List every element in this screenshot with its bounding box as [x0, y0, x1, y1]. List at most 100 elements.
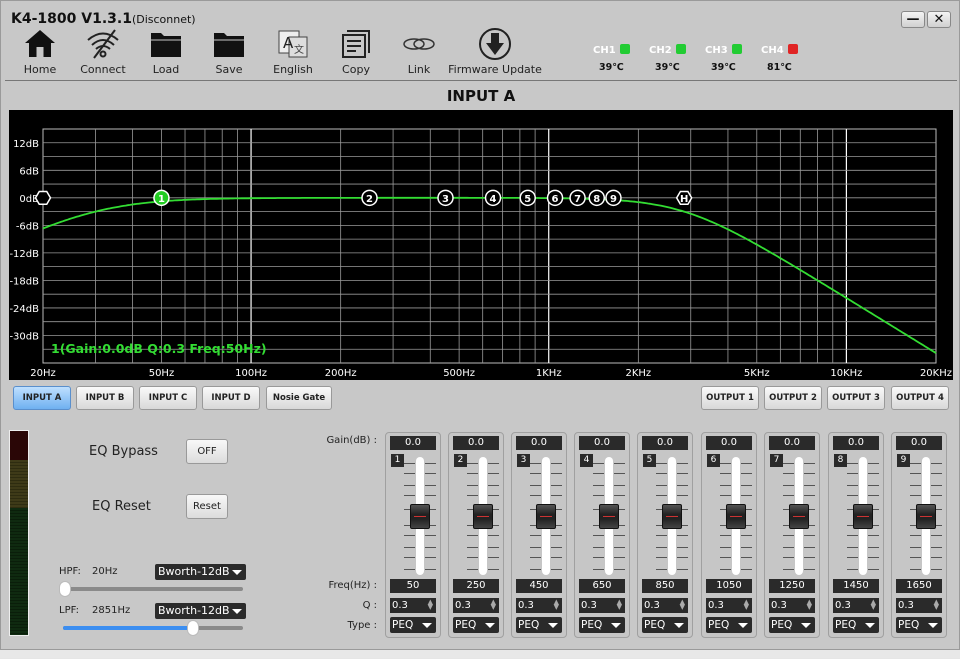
- band-q-spinbox[interactable]: 0.3 ▲ ▼: [390, 598, 436, 613]
- band-gain-value[interactable]: 0.0: [453, 436, 499, 450]
- band-type-dropdown[interactable]: PEQ: [833, 617, 879, 633]
- band-q-spinbox[interactable]: 0.3 ▲ ▼: [706, 598, 752, 613]
- ch3-status-indicator: [731, 44, 742, 54]
- band-gain-value[interactable]: 0.0: [833, 436, 879, 450]
- fader-tick: [677, 473, 688, 474]
- chevron-down-icon: [674, 623, 684, 628]
- tab-output-4[interactable]: OUTPUT 4: [891, 386, 949, 410]
- marker-label: H: [680, 194, 688, 205]
- tab-input-a[interactable]: INPUT A: [13, 386, 71, 410]
- band-freq-input[interactable]: 850: [642, 579, 688, 593]
- eq-chart[interactable]: 12dB 6dB 0dB -6dB -12dB -18dB -24dB -30dB 20Hz 50…: [9, 110, 953, 380]
- tab-output-1[interactable]: OUTPUT 1: [701, 386, 759, 410]
- fader-tick: [741, 547, 752, 548]
- band-number: 7: [770, 454, 783, 467]
- chart-title: INPUT A: [446, 87, 516, 105]
- lpf-type-dropdown[interactable]: Bworth-12dB: [155, 603, 246, 619]
- band-q-spinbox[interactable]: 0.3 ▲ ▼: [642, 598, 688, 613]
- eq-band-7: 0.0 7 1250 0.3 ▲ ▼ PEQ: [764, 432, 820, 638]
- gain-fader-handle[interactable]: [853, 504, 873, 529]
- spin-arrows-icon[interactable]: ▲ ▼: [491, 599, 496, 611]
- fader-tick: [868, 473, 879, 474]
- band-gain-value[interactable]: 0.0: [896, 436, 942, 450]
- band-q-spinbox[interactable]: 0.3 ▲ ▼: [833, 598, 879, 613]
- fader-tick: [783, 569, 794, 570]
- lpf-slider-handle[interactable]: [186, 620, 199, 636]
- spin-arrows-icon[interactable]: ▲ ▼: [617, 599, 622, 611]
- tab-input-c[interactable]: INPUT C: [139, 386, 197, 410]
- band-q-spinbox[interactable]: 0.3 ▲ ▼: [769, 598, 815, 613]
- band-freq-input[interactable]: 1050: [706, 579, 752, 593]
- band-freq-input[interactable]: 250: [453, 579, 499, 593]
- spin-arrows-icon[interactable]: ▲ ▼: [428, 599, 433, 611]
- gain-fader-handle[interactable]: [599, 504, 619, 529]
- band-type-dropdown[interactable]: PEQ: [642, 617, 688, 633]
- gain-row-label: Gain(dB) :: [326, 435, 377, 446]
- gain-fader-handle[interactable]: [473, 504, 493, 529]
- freq-row-label: Freq(Hz) :: [328, 580, 377, 591]
- band-q-spinbox[interactable]: 0.3 ▲ ▼: [896, 598, 942, 613]
- y-tick-label: 6dB: [19, 166, 39, 177]
- tab-input-b[interactable]: INPUT B: [76, 386, 134, 410]
- tab-output-2[interactable]: OUTPUT 2: [764, 386, 822, 410]
- spin-arrows-icon[interactable]: ▲ ▼: [680, 599, 685, 611]
- band-gain-value[interactable]: 0.0: [390, 436, 436, 450]
- marker-label: 7: [574, 194, 581, 205]
- band-q-spinbox[interactable]: 0.3 ▲ ▼: [516, 598, 562, 613]
- band-freq-input[interactable]: 650: [579, 579, 625, 593]
- fader-tick: [551, 463, 562, 464]
- connection-status: (Disconnet): [131, 13, 196, 26]
- band-type-dropdown[interactable]: PEQ: [896, 617, 942, 633]
- gain-fader-handle[interactable]: [410, 504, 430, 529]
- band-type-dropdown[interactable]: PEQ: [516, 617, 562, 633]
- band-type-dropdown[interactable]: PEQ: [706, 617, 752, 633]
- gain-fader-handle[interactable]: [726, 504, 746, 529]
- fader-tick: [868, 569, 879, 570]
- band-q-spinbox[interactable]: 0.3 ▲ ▼: [579, 598, 625, 613]
- band-freq-input[interactable]: 1650: [896, 579, 942, 593]
- eq-bypass-button[interactable]: OFF: [186, 439, 228, 464]
- eq-band-4: 0.0 4 650 0.3 ▲ ▼ PEQ: [574, 432, 630, 638]
- spin-arrows-icon[interactable]: ▲ ▼: [871, 599, 876, 611]
- gain-fader-handle[interactable]: [916, 504, 936, 529]
- hpf-slider-track[interactable]: [63, 587, 243, 591]
- gain-fader-handle[interactable]: [789, 504, 809, 529]
- y-tick-label: -18dB: [9, 276, 39, 287]
- spin-arrows-icon[interactable]: ▲ ▼: [934, 599, 939, 611]
- band-freq-input[interactable]: 1250: [769, 579, 815, 593]
- band-type-dropdown[interactable]: PEQ: [390, 617, 436, 633]
- tab-input-d[interactable]: INPUT D: [202, 386, 260, 410]
- spin-arrows-icon[interactable]: ▲ ▼: [554, 599, 559, 611]
- minimize-button[interactable]: —: [901, 11, 925, 28]
- close-button[interactable]: ✕: [927, 11, 951, 28]
- band-q-spinbox[interactable]: 0.3 ▲ ▼: [453, 598, 499, 613]
- band-gain-value[interactable]: 0.0: [706, 436, 752, 450]
- fader-tick: [656, 463, 667, 464]
- fader-tick: [551, 495, 562, 496]
- spin-arrows-icon[interactable]: ▲ ▼: [807, 599, 812, 611]
- band-gain-value[interactable]: 0.0: [516, 436, 562, 450]
- band-type-dropdown[interactable]: PEQ: [579, 617, 625, 633]
- band-gain-value[interactable]: 0.0: [769, 436, 815, 450]
- fader-tick: [425, 547, 436, 548]
- chevron-down-icon: [865, 623, 875, 628]
- fader-tick: [677, 495, 688, 496]
- band-freq-input[interactable]: 50: [390, 579, 436, 593]
- fader-tick: [425, 535, 436, 536]
- band-type-dropdown[interactable]: PEQ: [769, 617, 815, 633]
- hpf-slider-handle[interactable]: [59, 581, 71, 597]
- eq-reset-button[interactable]: Reset: [186, 494, 228, 519]
- gain-fader-handle[interactable]: [536, 504, 556, 529]
- gain-fader-handle[interactable]: [662, 504, 682, 529]
- spin-arrows-icon[interactable]: ▲ ▼: [744, 599, 749, 611]
- eq-chart-svg[interactable]: 12dB6dB0dB-6dB-12dB-18dB-24dB-30dB20Hz 50…: [9, 110, 953, 380]
- hpf-marker[interactable]: [34, 190, 52, 205]
- tab-output-3[interactable]: OUTPUT 3: [827, 386, 885, 410]
- band-gain-value[interactable]: 0.0: [579, 436, 625, 450]
- firmware-update-button[interactable]: Firmware Update: [448, 27, 542, 76]
- band-type-dropdown[interactable]: PEQ: [453, 617, 499, 633]
- band-freq-input[interactable]: 1450: [833, 579, 879, 593]
- band-gain-value[interactable]: 0.0: [642, 436, 688, 450]
- hpf-type-dropdown[interactable]: Bworth-12dB: [155, 564, 246, 580]
- band-freq-input[interactable]: 450: [516, 579, 562, 593]
